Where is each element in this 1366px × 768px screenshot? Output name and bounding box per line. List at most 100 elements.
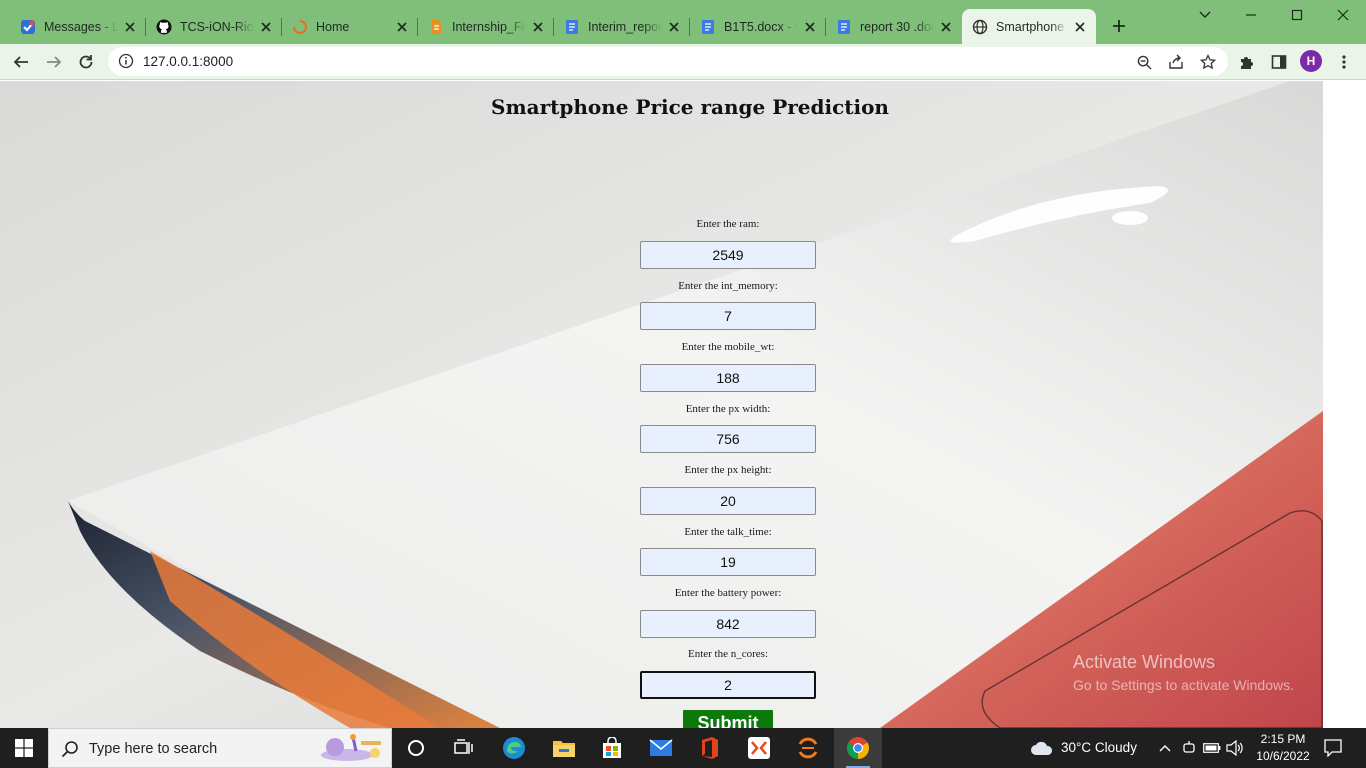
file-explorer-icon bbox=[553, 741, 575, 757]
ram-label: Enter the ram: bbox=[696, 218, 760, 230]
close-tab-icon[interactable] bbox=[802, 19, 818, 35]
volume-icon[interactable] bbox=[1226, 739, 1244, 757]
arrow-left-icon bbox=[13, 56, 28, 68]
windows-taskbar: Type here to search 30°C Cloudy 2:15 PM … bbox=[0, 728, 1366, 768]
search-placeholder: Type here to search bbox=[89, 741, 218, 757]
zoom-icon[interactable] bbox=[1136, 54, 1152, 70]
file-explorer-taskbar-button[interactable] bbox=[540, 728, 588, 768]
meet-now-icon[interactable] bbox=[1180, 739, 1198, 757]
maximize-button[interactable] bbox=[1274, 2, 1320, 28]
n-cores-input[interactable] bbox=[640, 671, 816, 699]
weather-text[interactable]: 30°C Cloudy bbox=[1061, 740, 1137, 755]
page-title: Smartphone Price range Prediction bbox=[491, 95, 889, 119]
notification-center-icon[interactable] bbox=[1322, 739, 1344, 757]
orange-app-taskbar-button[interactable] bbox=[784, 728, 832, 768]
chrome-taskbar-button[interactable] bbox=[834, 728, 882, 768]
bookmark-star-icon[interactable] bbox=[1200, 54, 1216, 70]
profile-avatar[interactable]: H bbox=[1300, 50, 1322, 72]
browser-toolbar: 127.0.0.1:8000 bbox=[0, 44, 1366, 80]
new-tab-button[interactable] bbox=[1108, 15, 1130, 37]
close-tab-icon[interactable] bbox=[258, 19, 274, 35]
close-tab-icon[interactable] bbox=[122, 19, 138, 35]
google-docs-icon bbox=[700, 19, 716, 35]
maximize-icon bbox=[1291, 9, 1303, 21]
clock-time: 2:15 PM bbox=[1260, 732, 1306, 746]
ram-input[interactable] bbox=[640, 241, 816, 269]
page-scrollbar[interactable] bbox=[1323, 81, 1366, 728]
minimize-icon bbox=[1246, 14, 1256, 16]
tab-title: Smartphone P bbox=[996, 19, 1068, 34]
reload-button[interactable] bbox=[72, 48, 100, 76]
minimize-button[interactable] bbox=[1228, 2, 1274, 28]
tab-internship[interactable]: Internship_Fir bbox=[418, 9, 554, 44]
battery-icon[interactable] bbox=[1203, 739, 1221, 757]
cortana-circle-icon bbox=[408, 740, 424, 756]
document-icon bbox=[428, 19, 444, 35]
loading-spinner-icon bbox=[292, 19, 308, 35]
weather-cloud-icon[interactable] bbox=[1030, 739, 1054, 757]
mobile-wt-label: Enter the mobile_wt: bbox=[681, 341, 775, 353]
store-icon bbox=[603, 737, 621, 758]
side-panel-icon[interactable] bbox=[1270, 53, 1288, 71]
px-width-input[interactable] bbox=[640, 425, 816, 453]
orange-app-icon bbox=[798, 737, 818, 759]
xampp-taskbar-button[interactable] bbox=[735, 728, 783, 768]
more-menu-icon[interactable] bbox=[1335, 53, 1353, 71]
globe-icon bbox=[972, 19, 988, 35]
extensions-puzzle-icon[interactable] bbox=[1238, 53, 1256, 71]
site-info-icon[interactable] bbox=[118, 53, 134, 74]
activate-windows-title: Activate Windows bbox=[1073, 652, 1216, 672]
tab-search-button[interactable] bbox=[1182, 2, 1228, 28]
close-tab-icon[interactable] bbox=[1072, 19, 1088, 35]
edge-icon bbox=[503, 737, 525, 759]
system-clock[interactable]: 2:15 PM 10/6/2022 bbox=[1248, 731, 1318, 765]
plus-icon bbox=[1113, 20, 1125, 32]
page-viewport: Smartphone Price range Prediction Enter … bbox=[0, 81, 1366, 728]
tab-interim-report[interactable]: Interim_repor bbox=[554, 9, 690, 44]
store-taskbar-button[interactable] bbox=[588, 728, 636, 768]
talk-time-label: Enter the talk_time: bbox=[684, 526, 772, 538]
google-docs-icon bbox=[564, 19, 580, 35]
mail-taskbar-button[interactable] bbox=[637, 728, 685, 768]
back-button[interactable] bbox=[7, 48, 35, 76]
submit-button[interactable]: Submit bbox=[683, 710, 773, 728]
int-memory-label: Enter the int_memory: bbox=[678, 280, 778, 292]
px-height-input[interactable] bbox=[640, 487, 816, 515]
tab-github[interactable]: TCS-iON-Rio bbox=[146, 9, 282, 44]
battery-power-input[interactable] bbox=[640, 610, 816, 638]
px-height-label: Enter the px height: bbox=[684, 464, 772, 476]
tab-title: TCS-iON-Rio bbox=[180, 19, 254, 34]
tab-messages[interactable]: Messages - L bbox=[10, 9, 146, 44]
mobile-wt-input[interactable] bbox=[640, 364, 816, 392]
forward-button[interactable] bbox=[40, 48, 68, 76]
close-tab-icon[interactable] bbox=[666, 19, 682, 35]
close-tab-icon[interactable] bbox=[938, 19, 954, 35]
taskbar-search-box[interactable]: Type here to search bbox=[48, 728, 392, 768]
windows-logo-icon bbox=[15, 739, 33, 757]
tab-report-30[interactable]: report 30 .doc bbox=[826, 9, 962, 44]
url-text: 127.0.0.1:8000 bbox=[143, 54, 234, 69]
tab-home[interactable]: Home bbox=[282, 9, 418, 44]
cortana-button[interactable] bbox=[392, 728, 440, 768]
task-view-button[interactable] bbox=[440, 728, 488, 768]
tab-title: Messages - L bbox=[44, 19, 118, 34]
reload-icon bbox=[79, 55, 93, 69]
talk-time-input[interactable] bbox=[640, 548, 816, 576]
start-button[interactable] bbox=[0, 728, 48, 768]
close-icon bbox=[1337, 9, 1349, 21]
office-taskbar-button[interactable] bbox=[686, 728, 734, 768]
int-memory-input[interactable] bbox=[640, 302, 816, 330]
tab-b1t5-docx[interactable]: B1T5.docx - G bbox=[690, 9, 826, 44]
address-bar[interactable]: 127.0.0.1:8000 bbox=[108, 47, 1228, 76]
chevron-up-icon[interactable] bbox=[1156, 739, 1174, 757]
share-icon[interactable] bbox=[1168, 54, 1184, 70]
tab-smartphone-active[interactable]: Smartphone P bbox=[962, 9, 1096, 44]
office-icon bbox=[702, 737, 718, 759]
edge-taskbar-button[interactable] bbox=[490, 728, 538, 768]
browser-tab-strip: Messages - L TCS-iON-Rio Home Internship… bbox=[0, 0, 1366, 44]
search-icon bbox=[61, 740, 79, 763]
close-tab-icon[interactable] bbox=[394, 19, 410, 35]
close-window-button[interactable] bbox=[1320, 2, 1366, 28]
clock-date: 10/6/2022 bbox=[1256, 749, 1310, 763]
close-tab-icon[interactable] bbox=[530, 19, 546, 35]
